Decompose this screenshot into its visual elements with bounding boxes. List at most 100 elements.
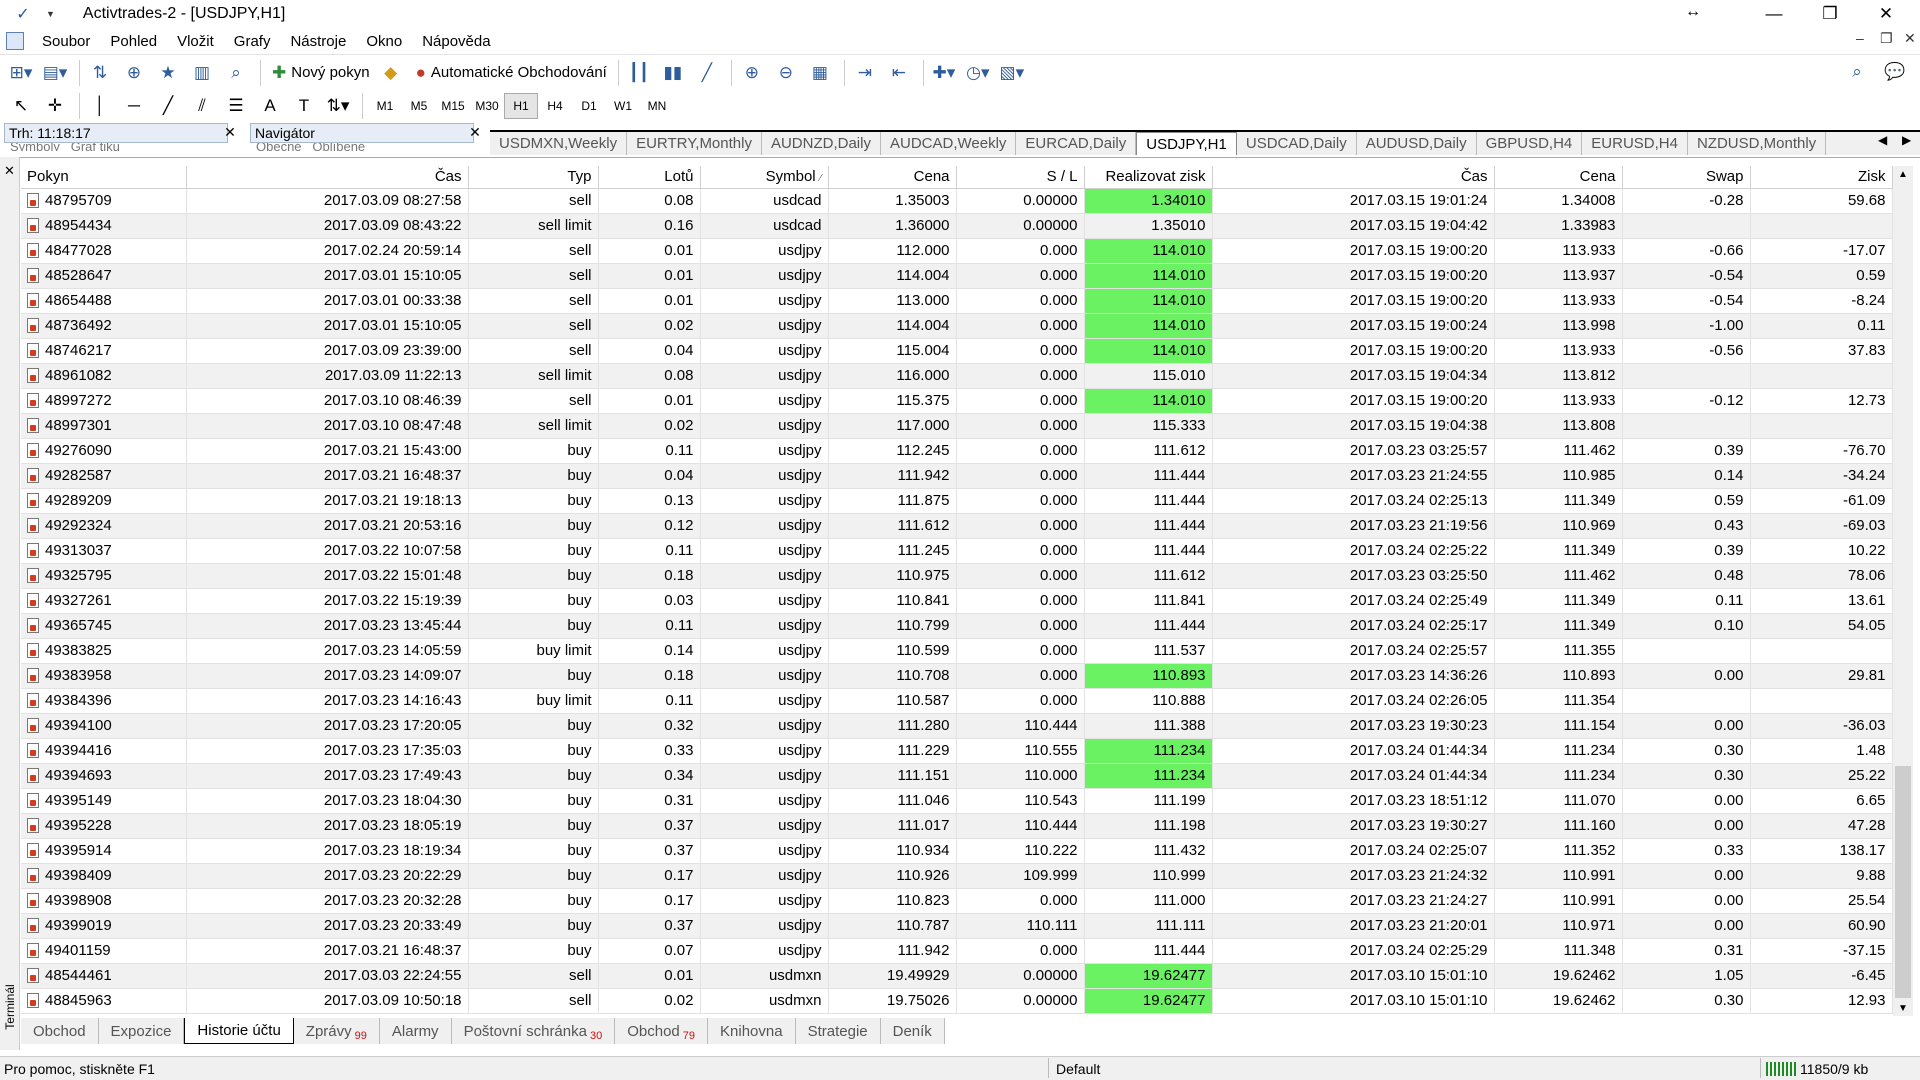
table-row[interactable]: 48477028 2017.02.24 20:59:14 sell 0.01 usdjp…: [21, 238, 1893, 264]
table-row[interactable]: 48736492 2017.03.01 15:10:05 sell 0.02 usdjp…: [21, 313, 1893, 339]
new-chart-icon[interactable]: ⊞▾: [6, 59, 36, 87]
timeframe-mn[interactable]: MN: [640, 93, 674, 119]
cursor-icon[interactable]: ↖: [6, 92, 36, 120]
line-chart-icon[interactable]: ╱: [692, 59, 722, 87]
chart-tab[interactable]: EURCAD,Daily: [1016, 132, 1137, 155]
table-row[interactable]: 49289209 2017.03.21 19:18:13 buy 0.13 usdjpy…: [21, 488, 1893, 514]
table-row[interactable]: 49399019 2017.03.23 20:33:49 buy 0.37 usdjpy…: [21, 913, 1893, 939]
table-row[interactable]: 49325795 2017.03.22 15:01:48 buy 0.18 usdjpy…: [21, 563, 1893, 589]
trendline-icon[interactable]: ╱: [153, 92, 183, 120]
col-header-close-time[interactable]: Čas: [1212, 166, 1495, 189]
col-header-typ[interactable]: Typ: [468, 166, 599, 189]
data-window-icon[interactable]: ⊕: [119, 59, 149, 87]
col-header-close-price[interactable]: Cena: [1494, 166, 1623, 189]
table-row[interactable]: 48997301 2017.03.10 08:47:48 sell limit 0.0…: [21, 413, 1893, 439]
col-header-cas[interactable]: Čas: [186, 166, 469, 189]
table-row[interactable]: 48997272 2017.03.10 08:46:39 sell 0.01 usdjp…: [21, 388, 1893, 414]
menu-okno[interactable]: Okno: [356, 33, 412, 50]
document-icon[interactable]: [6, 32, 24, 50]
new-order-button[interactable]: ✚ Nový pokyn: [266, 59, 376, 87]
table-row[interactable]: 49398908 2017.03.23 20:32:28 buy 0.17 usdjpy…: [21, 888, 1893, 914]
search-icon[interactable]: ⌕: [1842, 58, 1872, 86]
text-label-icon[interactable]: T: [289, 92, 319, 120]
menu-nastroje[interactable]: Nástroje: [280, 33, 356, 50]
terminal-tab[interactable]: Historie účtu: [184, 1018, 294, 1044]
mdi-minimize-button[interactable]: –: [1856, 30, 1864, 46]
scroll-down-icon[interactable]: ▼: [1893, 1000, 1913, 1016]
table-row[interactable]: 49394100 2017.03.23 17:20:05 buy 0.32 usdjpy…: [21, 713, 1893, 739]
terminal-tab[interactable]: Alarmy: [380, 1018, 452, 1044]
col-header-zisk[interactable]: Zisk: [1750, 166, 1893, 189]
col-header-sl[interactable]: S / L: [956, 166, 1085, 189]
channel-icon[interactable]: ⫽: [187, 92, 217, 120]
app-logo-icon[interactable]: ✓: [0, 0, 46, 28]
table-row[interactable]: 48954434 2017.03.09 08:43:22 sell limit 0.1…: [21, 213, 1893, 239]
auto-trading-button[interactable]: ● Automatické Obchodování: [410, 59, 613, 87]
terminal-tab[interactable]: Deník: [881, 1018, 945, 1044]
table-row[interactable]: 49384396 2017.03.23 14:16:43 buy limit 0.11…: [21, 688, 1893, 714]
auto-scroll-icon[interactable]: ⇥: [850, 59, 880, 87]
menu-soubor[interactable]: Soubor: [32, 33, 100, 50]
timeframe-h4[interactable]: H4: [538, 93, 572, 119]
metaeditor-icon[interactable]: ◆: [376, 59, 406, 87]
chat-icon[interactable]: 💬: [1880, 58, 1910, 86]
table-row[interactable]: 49394693 2017.03.23 17:49:43 buy 0.34 usdjpy…: [21, 763, 1893, 789]
menu-vlozit[interactable]: Vložit: [167, 33, 224, 50]
table-row[interactable]: 49401159 2017.03.21 16:48:37 buy 0.07 usdjpy…: [21, 938, 1893, 964]
timeframe-d1[interactable]: D1: [572, 93, 606, 119]
chart-tab[interactable]: AUDUSD,Daily: [1357, 132, 1477, 155]
table-row[interactable]: 49398409 2017.03.23 20:22:29 buy 0.17 usdjpy…: [21, 863, 1893, 889]
chart-tab[interactable]: AUDCAD,Weekly: [881, 132, 1017, 155]
table-row[interactable]: 49276090 2017.03.21 15:43:00 buy 0.11 usdjpy…: [21, 438, 1893, 464]
menu-pohled[interactable]: Pohled: [100, 33, 167, 50]
tabs-scroll-left-icon[interactable]: ◀: [1878, 133, 1887, 147]
chart-shift-icon[interactable]: ⇤: [884, 59, 914, 87]
table-row[interactable]: 49395228 2017.03.23 18:05:19 buy 0.37 usdjpy…: [21, 813, 1893, 839]
terminal-tab[interactable]: Poštovní schránka 30: [452, 1018, 616, 1044]
scrollbar-thumb[interactable]: [1895, 766, 1911, 998]
zoom-in-icon[interactable]: ⊕: [737, 59, 767, 87]
tabs-scroll-right-icon[interactable]: ▶: [1902, 133, 1911, 147]
timeframe-m30[interactable]: M30: [470, 93, 504, 119]
close-button[interactable]: ✕: [1858, 0, 1914, 28]
indicators-icon[interactable]: ✚▾: [929, 59, 959, 87]
chart-tab[interactable]: AUDNZD,Daily: [762, 132, 881, 155]
table-row[interactable]: 48961082 2017.03.09 11:22:13 sell limit 0.0…: [21, 363, 1893, 389]
timeframe-m5[interactable]: M5: [402, 93, 436, 119]
table-row[interactable]: 49282587 2017.03.21 16:48:37 buy 0.04 usdjpy…: [21, 463, 1893, 489]
market-watch-close-icon[interactable]: ✕: [222, 123, 238, 141]
bar-chart-icon[interactable]: ┃┃: [624, 59, 654, 87]
crosshair-icon[interactable]: ✛: [40, 92, 70, 120]
minimize-button[interactable]: —: [1746, 0, 1802, 28]
chart-tab[interactable]: USDMXN,Weekly: [490, 132, 628, 155]
chart-tab[interactable]: NZDUSD,Monthly: [1688, 132, 1827, 155]
terminal-close-icon[interactable]: ✕: [4, 163, 15, 179]
navigator-icon[interactable]: ★: [153, 59, 183, 87]
strategy-tester-icon[interactable]: ⌕: [221, 59, 251, 87]
chart-tab[interactable]: EURUSD,H4: [1582, 132, 1688, 155]
vertical-line-icon[interactable]: │: [85, 92, 115, 120]
col-header-lotu[interactable]: Lotů: [598, 166, 701, 189]
horizontal-line-icon[interactable]: ─: [119, 92, 149, 120]
col-header-tp[interactable]: Realizovat zisk: [1084, 166, 1213, 189]
terminal-tab[interactable]: Strategie: [796, 1018, 881, 1044]
col-header-swap[interactable]: Swap: [1622, 166, 1751, 189]
table-row[interactable]: 49395149 2017.03.23 18:04:30 buy 0.31 usdjpy…: [21, 788, 1893, 814]
periods-icon[interactable]: ◷▾: [963, 59, 993, 87]
chart-tab[interactable]: USDJPY,H1: [1136, 132, 1237, 155]
timeframe-w1[interactable]: W1: [606, 93, 640, 119]
terminal-tab[interactable]: Obchod: [21, 1018, 99, 1044]
terminal-tab[interactable]: Zprávy 99: [294, 1018, 380, 1044]
scroll-up-icon[interactable]: ▲: [1893, 166, 1913, 182]
table-row[interactable]: 49394416 2017.03.23 17:35:03 buy 0.33 usdjpy…: [21, 738, 1893, 764]
col-header-symbol[interactable]: Symbol ⁄: [700, 166, 829, 189]
fibonacci-icon[interactable]: ☰: [221, 92, 251, 120]
mdi-close-button[interactable]: ✕: [1904, 30, 1916, 47]
table-row[interactable]: 48544461 2017.03.03 22:24:55 sell 0.01 usdmx…: [21, 963, 1893, 989]
table-row[interactable]: 49313037 2017.03.22 10:07:58 buy 0.11 usdjpy…: [21, 538, 1893, 564]
menu-grafy[interactable]: Grafy: [224, 33, 281, 50]
templates-icon[interactable]: ▧▾: [997, 59, 1027, 87]
table-scrollbar[interactable]: ▲ ▼: [1893, 166, 1913, 1016]
col-header-cena[interactable]: Cena: [828, 166, 957, 189]
table-row[interactable]: 49292324 2017.03.21 20:53:16 buy 0.12 usdjpy…: [21, 513, 1893, 539]
